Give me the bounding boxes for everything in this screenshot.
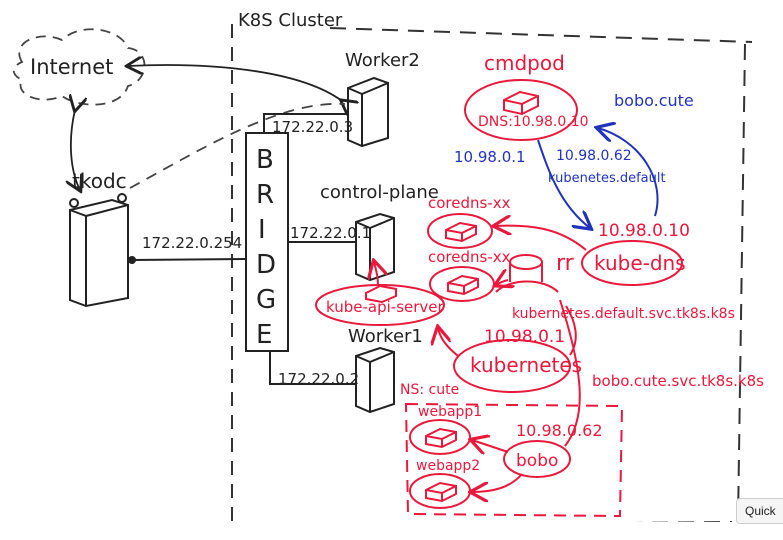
kube-api-label: kube-api-server [326,298,445,316]
coredns1-box-icon [445,221,477,243]
bobo-fqdn: bobo.cute.svc.tk8s.k8s [592,372,764,390]
kube-dns-to-coredns-arrow [495,226,587,251]
bobo-label: bobo [516,451,558,471]
kube-dns-ip: 10.98.0.10 [598,221,690,241]
bridge-letters: B R I D G E [256,145,276,350]
kubernetes-ip: 10.98.0.1 [484,327,565,347]
webapp2-box-icon [425,481,457,503]
bridge-letter: R [256,180,274,210]
webapp1-box-icon [425,427,457,449]
worker1-server-icon [355,346,395,414]
cmdpod-dns: DNS:10.98.0.10 [478,114,589,130]
bobo-to-webapp2-arrow [472,473,523,492]
coredns1-label: coredns-xx [428,194,511,212]
quick-button[interactable]: Quick [736,498,783,524]
worker2-ip: 172.22.0.3 [272,118,353,136]
worker1-ip: 172.22.0.2 [278,370,359,388]
webapp2-label: webapp2 [416,458,480,474]
bridge-letter: G [256,285,276,315]
kube-dns-label: kube-dns [594,251,686,275]
bobo-ip: 10.98.0.62 [516,421,603,440]
webapp1-label: webapp1 [418,404,482,420]
control-plane-label: control-plane [320,182,439,203]
rr-cylinder-body [509,262,543,282]
internet-label: Internet [30,55,113,79]
host-bridge-link [131,258,247,261]
rr-cylinder-base [495,280,559,293]
host-label: tkodc [72,169,127,193]
kube-api-to-control-plane [374,262,378,287]
worker2-server-icon [347,76,389,148]
k8s-network-diagram: K8S Cluster Internet tkodc 172.22.0.254 … [12,10,764,528]
webapp2-ellipse [409,473,471,509]
webapp1-ellipse [409,419,471,455]
cmdpod-box-icon [503,90,539,116]
host-ip: 172.22.0.254 [142,234,242,252]
cmdpod-label: cmdpod [484,51,565,75]
coredns2-box-icon [447,274,479,296]
kubernetes-fqdn: kubernetes.default.svc.tk8s.k8s [512,306,735,322]
coredns1-ellipse [427,213,493,249]
bridge-letter: D [256,250,276,280]
query-10-98-0-1: 10.98.0.1 [454,148,526,166]
query-name: kubenetes.default [548,171,666,186]
bridge-letter: E [256,320,272,350]
kubernetes-label: kubernetes [470,353,582,377]
coredns2-label: coredns-xx [428,248,511,266]
internet-worker2-link [128,65,342,101]
query-ip: 10.98.0.62 [556,148,632,164]
host-worker2-dashed-link [129,102,346,189]
rr-cylinder-top [509,254,543,270]
bobo-to-webapp1-arrow [472,440,509,452]
bridge-letter: B [256,145,274,175]
ns-cute-label: NS: cute [400,382,459,398]
rr-label: rr [556,251,575,276]
bottom-edge [0,522,783,540]
kubernetes-to-kube-api-arrow [438,328,459,357]
host-server-icon [69,193,129,308]
cluster-label: K8S Cluster [238,10,343,31]
bobo-cute-label: bobo.cute [614,91,694,110]
coredns2-ellipse [429,266,495,302]
worker2-label: Worker2 [345,50,420,71]
worker1-label: Worker1 [348,326,423,347]
control-plane-ip: 172.22.0.1 [290,224,371,242]
bridge-letter: I [258,215,266,245]
